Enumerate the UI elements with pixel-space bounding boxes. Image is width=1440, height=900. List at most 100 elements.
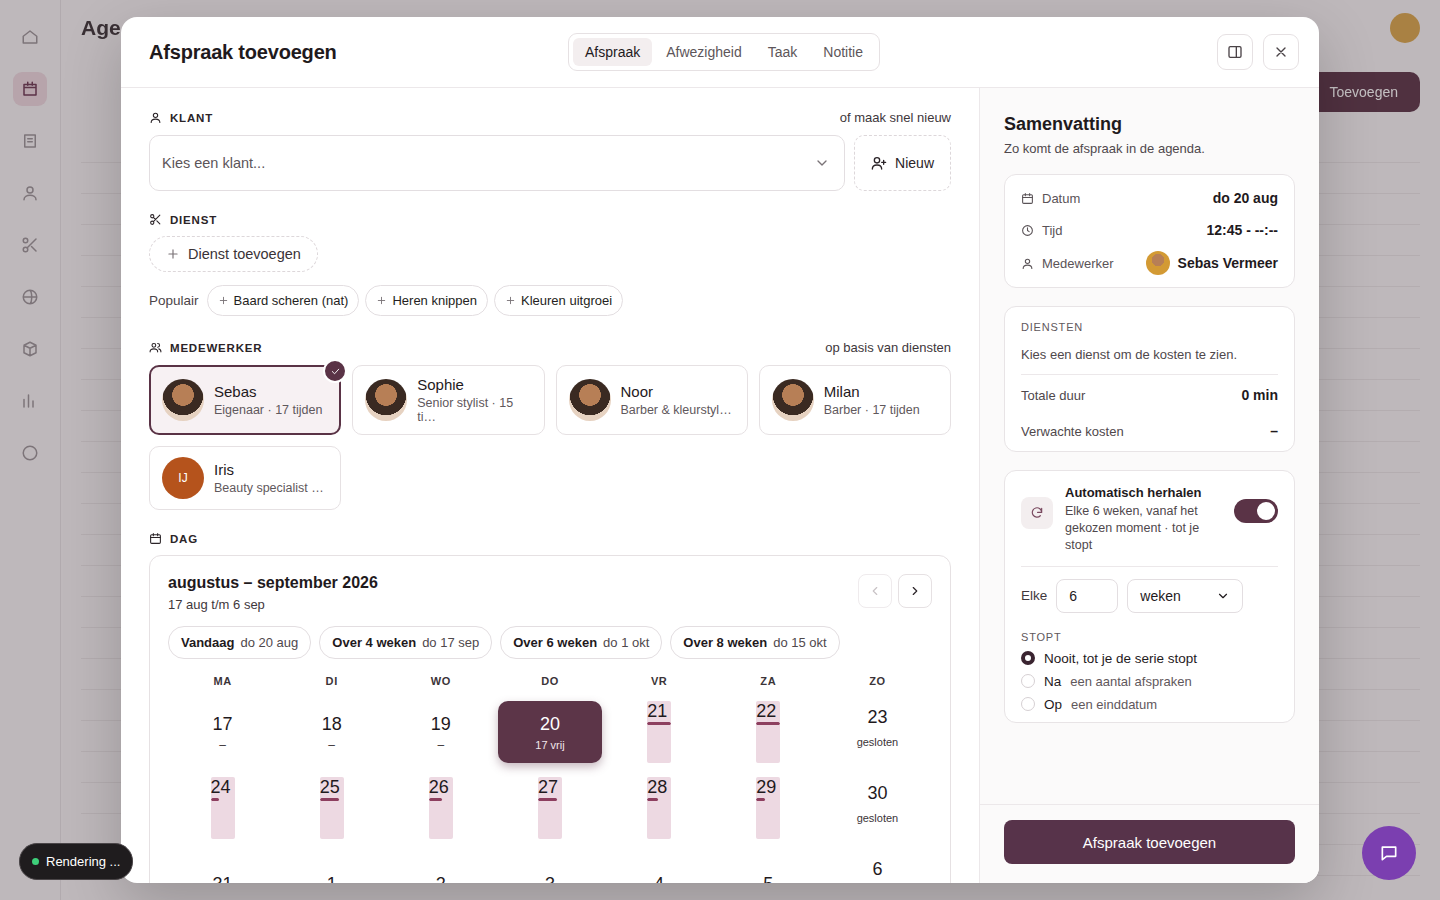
calendar-day[interactable]: 2 (389, 853, 493, 883)
quick-pick-chip[interactable]: Vandaagdo 20 aug (168, 626, 311, 659)
quick-pick-chip[interactable]: Over 8 wekendo 15 okt (670, 626, 839, 659)
summary-footer: Afspraak toevoegen (980, 804, 1319, 883)
day-number: 29 (756, 777, 776, 797)
cost-label: Verwachte kosten (1021, 424, 1124, 439)
client-row: Kies een klant... Nieuw (149, 135, 951, 191)
user-plus-icon (871, 155, 887, 171)
radio-button[interactable] (1021, 674, 1035, 688)
interval-input[interactable]: 6 (1056, 579, 1118, 613)
interval-row: Elke 6 weken (1021, 579, 1278, 613)
quick-pick-label: Over 6 weken (513, 635, 597, 650)
day-number: 21 (647, 701, 667, 721)
day-number: 2 (436, 874, 446, 884)
day-number: 26 (429, 777, 449, 797)
popular-service-chip[interactable]: Heren knippen (365, 285, 488, 316)
type-tabs: AfspraakAfwezigheidTaakNotitie (568, 33, 880, 71)
client-placeholder: Kies een klant... (162, 155, 265, 171)
summary-row: Datum do 20 aug (1021, 187, 1278, 209)
client-select[interactable]: Kies een klant... (149, 135, 845, 191)
day-mark: – (328, 739, 335, 751)
quick-picks: Vandaagdo 20 augOver 4 wekendo 17 sepOve… (168, 626, 932, 659)
quick-pick-chip[interactable]: Over 4 wekendo 17 sep (319, 626, 492, 659)
day-number: 27 (538, 777, 558, 797)
type-tab[interactable]: Afwezigheid (654, 38, 754, 66)
staff-card[interactable]: MilanBarber · 17 tijden (759, 365, 951, 435)
calendar-day[interactable]: 21 (647, 701, 671, 763)
staff-card[interactable]: NoorBarber & kleurstyl… (556, 365, 748, 435)
calendar-day[interactable]: 6 (825, 853, 929, 883)
calendar-day[interactable]: 30gesloten (825, 777, 929, 839)
close-button[interactable] (1263, 34, 1299, 70)
calendar-day[interactable]: 2017 vrij (498, 701, 602, 763)
popular-service-chip[interactable]: Baard scheren (nat) (207, 285, 360, 316)
calendar-day[interactable]: 29 (756, 777, 780, 839)
toggle-knob (1257, 502, 1275, 520)
duration-row: Totale duur0 min (1021, 387, 1278, 403)
previous-button[interactable] (858, 574, 892, 608)
chevron-right-icon (908, 584, 922, 598)
unit-select[interactable]: weken (1127, 579, 1243, 613)
calendar-day[interactable]: 3 (498, 853, 602, 883)
type-tab[interactable]: Taak (756, 38, 810, 66)
staff-text: SophieSenior stylist · 15 ti… (417, 376, 533, 424)
calendar-day[interactable]: 26 (429, 777, 453, 839)
calendar-day[interactable]: 19– (389, 701, 493, 763)
staff-photo (772, 379, 814, 421)
staff-photo (1146, 251, 1170, 275)
type-tab[interactable]: Afspraak (573, 38, 652, 66)
availability-bar (538, 798, 562, 801)
type-tab[interactable]: Notitie (811, 38, 875, 66)
calendar-day[interactable]: 5 (716, 853, 820, 883)
staff-card[interactable]: SebasEigenaar · 17 tijden (149, 365, 341, 435)
popular-service-chip[interactable]: Kleuren uitgroei (494, 285, 623, 316)
availability-fill (647, 722, 671, 725)
calendar-day[interactable]: 25 (320, 777, 344, 839)
status-text: Rendering ... (46, 854, 120, 869)
sidebar-panel-icon (1227, 44, 1243, 60)
calendar-day[interactable]: 22 (756, 701, 780, 763)
staff-card[interactable]: SophieSenior stylist · 15 ti… (352, 365, 544, 435)
availability-fill (320, 798, 339, 801)
submit-button[interactable]: Afspraak toevoegen (1004, 820, 1295, 864)
plus-icon (505, 295, 516, 306)
day-number: 4 (654, 874, 664, 884)
calendar-day[interactable]: 28 (647, 777, 671, 839)
quick-pick-chip[interactable]: Over 6 wekendo 1 okt (500, 626, 662, 659)
interval-label: Elke (1021, 588, 1047, 603)
panel-toggle-button[interactable] (1217, 34, 1253, 70)
calendar-day[interactable]: 24 (211, 777, 235, 839)
weekday-label: ZA (714, 675, 823, 687)
services-hint: Kies een dienst om de kosten te zien. (1021, 347, 1278, 362)
day-mark: – (219, 739, 226, 751)
new-client-button[interactable]: Nieuw (854, 135, 951, 191)
service-section-header: DIENST (149, 213, 951, 226)
staff-card[interactable]: IJIrisBeauty specialist … (149, 446, 341, 510)
stop-option[interactable]: Nooit, tot je de serie stopt (1021, 651, 1278, 666)
availability-fill (647, 798, 658, 801)
calendar-day[interactable]: 18– (280, 701, 384, 763)
day-number: 31 (213, 874, 233, 884)
calendar-day[interactable]: 23gesloten (825, 701, 929, 763)
calendar-day[interactable]: 1 (280, 853, 384, 883)
day-number: 1 (327, 874, 337, 884)
section-label: DIENST (149, 213, 217, 226)
weekday-label: WO (386, 675, 495, 687)
repeat-toggle[interactable] (1234, 499, 1278, 523)
option-hint: een einddatum (1071, 697, 1157, 712)
stop-option[interactable]: Naeen aantal afspraken (1021, 674, 1278, 689)
add-service-button[interactable]: Dienst toevoegen (149, 236, 318, 272)
staff-text: MilanBarber · 17 tijden (824, 383, 920, 417)
availability-bar (211, 798, 235, 801)
day-number: 17 (213, 714, 233, 735)
chat-button[interactable] (1362, 826, 1416, 880)
calendar-day[interactable]: 17 – (171, 701, 275, 763)
check-icon (330, 366, 341, 377)
calendar-day[interactable]: 27 (538, 777, 562, 839)
radio-button[interactable] (1021, 697, 1035, 711)
calendar-day[interactable]: 31 (171, 853, 275, 883)
staff-initials: IJ (162, 457, 204, 499)
calendar-day[interactable]: 4 (607, 853, 711, 883)
radio-button[interactable] (1021, 651, 1035, 665)
next-button[interactable] (898, 574, 932, 608)
stop-option[interactable]: Opeen einddatum (1021, 697, 1278, 712)
